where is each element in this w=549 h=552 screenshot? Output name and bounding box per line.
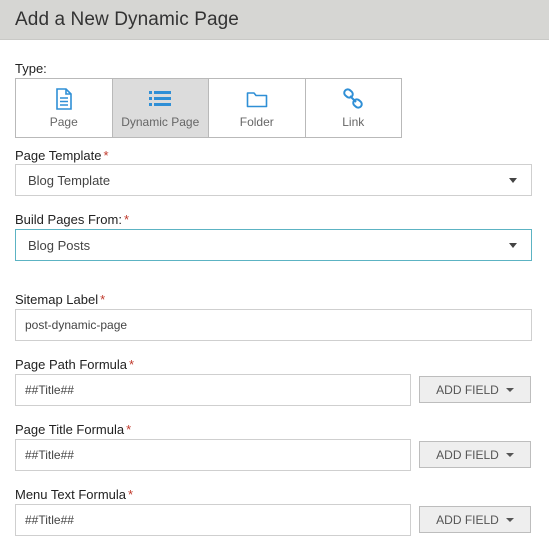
add-field-label: ADD FIELD <box>436 382 499 397</box>
list-icon <box>148 88 172 110</box>
type-option-link[interactable]: Link <box>306 79 402 137</box>
add-field-label: ADD FIELD <box>436 447 499 462</box>
required-marker: * <box>126 422 132 437</box>
sitemap-label-label: Sitemap Label * <box>15 292 105 307</box>
page-title-formula-input[interactable] <box>15 439 411 471</box>
menu-text-formula-input[interactable] <box>15 504 411 536</box>
type-selector: Page Dynamic Page Folder Link <box>15 78 402 138</box>
caret-down-icon <box>505 517 514 522</box>
page-title-add-field-button[interactable]: ADD FIELD <box>419 441 531 468</box>
required-marker: * <box>100 292 106 307</box>
page-template-label: Page Template * <box>15 148 109 163</box>
type-option-folder[interactable]: Folder <box>209 79 306 137</box>
page-title-formula-label: Page Title Formula * <box>15 422 131 437</box>
folder-icon <box>245 88 269 110</box>
link-icon <box>341 88 365 110</box>
menu-text-add-field-button[interactable]: ADD FIELD <box>419 506 531 533</box>
required-marker: * <box>128 487 134 502</box>
chevron-down-icon <box>509 178 517 183</box>
build-from-value: Blog Posts <box>28 238 91 253</box>
required-marker: * <box>129 357 135 372</box>
type-option-label: Link <box>342 115 365 129</box>
menu-text-formula-label-text: Menu Text Formula <box>15 487 127 502</box>
caret-down-icon <box>505 452 514 457</box>
page-template-select[interactable]: Blog Template <box>15 164 532 196</box>
page-path-add-field-button[interactable]: ADD FIELD <box>419 376 531 403</box>
build-from-label-text: Build Pages From: <box>15 212 122 227</box>
page-title-formula-label-text: Page Title Formula <box>15 422 125 437</box>
build-from-label: Build Pages From: * <box>15 212 129 227</box>
type-option-label: Folder <box>239 115 274 129</box>
type-option-label: Dynamic Page <box>121 115 200 129</box>
build-from-select[interactable]: Blog Posts <box>15 229 532 261</box>
page-template-label-text: Page Template <box>15 148 102 163</box>
page-path-formula-input[interactable] <box>15 374 411 406</box>
type-option-label: Page <box>49 115 78 129</box>
page-template-value: Blog Template <box>28 173 111 188</box>
chevron-down-icon <box>509 243 517 248</box>
required-marker: * <box>103 148 109 163</box>
type-option-dynamic-page[interactable]: Dynamic Page <box>112 79 209 137</box>
type-label: Type: <box>15 61 47 76</box>
caret-down-icon <box>505 387 514 392</box>
type-option-page[interactable]: Page <box>16 79 113 137</box>
add-field-label: ADD FIELD <box>436 512 499 527</box>
page-path-formula-label-text: Page Path Formula <box>15 357 128 372</box>
menu-text-formula-label: Menu Text Formula * <box>15 487 133 502</box>
page-path-formula-label: Page Path Formula * <box>15 357 134 372</box>
sitemap-label-input[interactable] <box>15 309 532 341</box>
sitemap-label-text: Sitemap Label <box>15 292 99 307</box>
required-marker: * <box>123 212 129 227</box>
page-icon <box>52 88 76 110</box>
dialog-title: Add a New Dynamic Page <box>15 9 239 30</box>
dialog-header: Add a New Dynamic Page <box>0 0 549 40</box>
